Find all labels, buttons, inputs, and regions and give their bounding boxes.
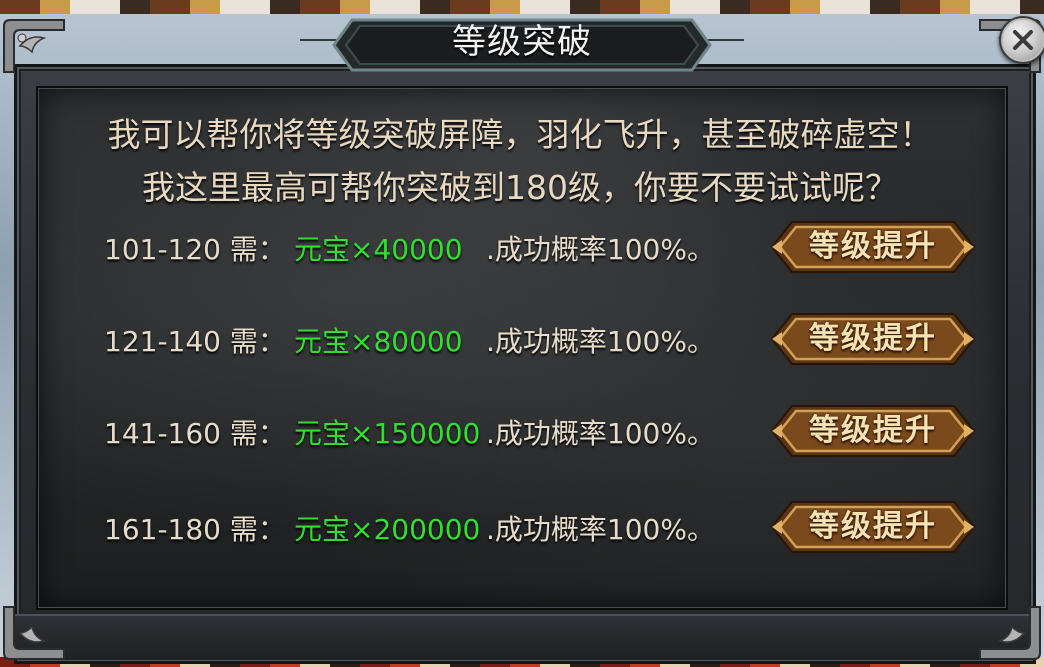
corner-ornament-bottom-right (974, 603, 1044, 663)
corner-ornament-bottom-left (0, 603, 70, 663)
upgrade-row: 121-140 需： 元宝×80000 .成功概率100%。 等级提升 (36, 310, 1004, 370)
level-upgrade-button-label: 等级提升 (809, 229, 937, 264)
upgrade-row: 141-160 需： 元宝×150000 .成功概率100%。 等级提升 (36, 402, 1004, 462)
success-rate: .成功概率100%。 (486, 513, 715, 546)
level-upgrade-button-label: 等级提升 (809, 413, 937, 448)
success-rate: .成功概率100%。 (486, 233, 715, 266)
corner-ornament-top-left (0, 16, 70, 76)
dialog-bottom-bar (14, 614, 1030, 660)
success-rate: .成功概率100%。 (486, 325, 715, 358)
level-upgrade-button-label: 等级提升 (809, 509, 937, 544)
intro-text: 我可以帮你将等级突破屏障，羽化飞升，甚至破碎虚空！ 我这里最高可帮你突破到180… (36, 108, 1004, 214)
success-rate: .成功概率100%。 (486, 417, 715, 450)
level-upgrade-button[interactable]: 等级提升 (768, 402, 978, 460)
cost-amount: 元宝×150000 (294, 417, 481, 450)
upgrade-row: 101-120 需： 元宝×40000 .成功概率100%。 等级提升 (36, 218, 1004, 278)
cost-amount: 元宝×200000 (294, 513, 481, 546)
level-range: 101-120 需： (104, 233, 286, 266)
level-upgrade-button[interactable]: 等级提升 (768, 310, 978, 368)
upgrade-row: 161-180 需： 元宝×200000 .成功概率100%。 等级提升 (36, 498, 1004, 558)
close-button[interactable] (999, 16, 1044, 64)
level-range: 121-140 需： (104, 325, 286, 358)
level-range: 141-160 需： (104, 417, 286, 450)
level-upgrade-button-label: 等级提升 (809, 321, 937, 356)
level-breakthrough-dialog: 等级突破 我可以帮你将等级突破屏障，羽化飞升，甚至破碎虚空！ 我这里最高可帮你突… (0, 10, 1044, 667)
intro-line-1: 我可以帮你将等级突破屏障，羽化飞升，甚至破碎虚空！ (107, 115, 933, 154)
cost-amount: 元宝×40000 (294, 233, 463, 266)
dialog-title: 等级突破 (452, 22, 592, 62)
level-upgrade-button[interactable]: 等级提升 (768, 218, 978, 276)
intro-line-2: 我这里最高可帮你突破到180级，你要不要试试呢？ (142, 168, 898, 207)
cost-amount: 元宝×80000 (294, 325, 463, 358)
close-icon (1013, 30, 1033, 50)
level-upgrade-button[interactable]: 等级提升 (768, 498, 978, 556)
title-plate: 等级突破 (330, 16, 714, 74)
level-range: 161-180 需： (104, 513, 286, 546)
